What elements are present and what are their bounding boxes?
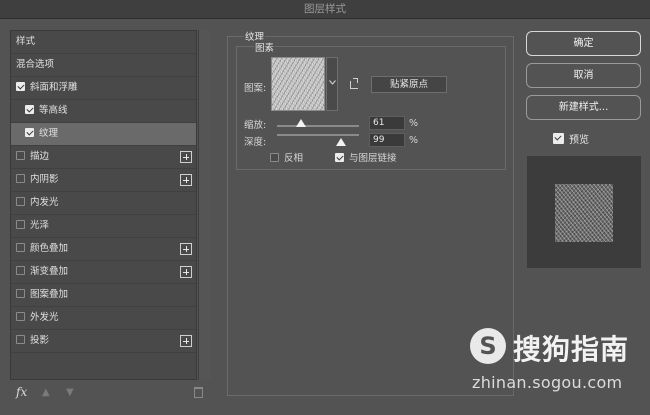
style-item-checkbox[interactable] (16, 220, 25, 229)
style-item-label: 描边 (30, 151, 50, 162)
link-with-layer-label: 与图层链接 (349, 153, 397, 164)
style-item-label: 颜色叠加 (30, 243, 69, 254)
styles-items: 混合选项斜面和浮雕等高线纹理描边内阴影内发光光泽颜色叠加渐变叠加图案叠加外发光投… (11, 54, 196, 353)
style-item[interactable]: 光泽 (11, 215, 196, 238)
ok-button[interactable]: 确定 (526, 31, 641, 56)
style-item-checkbox[interactable] (16, 151, 25, 160)
depth-input[interactable]: 99 (369, 133, 405, 147)
style-item[interactable]: 图案叠加 (11, 284, 196, 307)
fx-button[interactable]: fx (16, 385, 27, 399)
link-with-layer-checkbox[interactable] (335, 153, 344, 162)
watermark-url: zhinan.sogou.com (472, 373, 623, 392)
style-item-checkbox[interactable] (16, 335, 25, 344)
pattern-label: 图案: (244, 83, 267, 94)
new-style-button[interactable]: 新建样式... (526, 95, 641, 120)
style-item-label: 内阴影 (30, 174, 59, 185)
elements-group-title: 图素 (254, 40, 276, 54)
scale-unit: % (409, 118, 419, 129)
style-item-checkbox[interactable] (16, 243, 25, 252)
add-effect-icon[interactable] (180, 335, 192, 347)
add-effect-icon[interactable] (180, 174, 192, 186)
pattern-dropdown[interactable] (326, 57, 338, 111)
style-item-label: 渐变叠加 (30, 266, 69, 277)
depth-slider-thumb[interactable] (336, 138, 346, 146)
style-item-checkbox[interactable] (16, 82, 25, 91)
chevron-down-icon (329, 80, 336, 85)
styles-scrollbar[interactable] (198, 30, 211, 380)
style-item-checkbox[interactable] (16, 174, 25, 183)
style-item-checkbox[interactable] (25, 105, 34, 114)
link-option[interactable]: 与图层链接 (335, 150, 397, 164)
style-item-label: 投影 (30, 335, 50, 346)
style-item-label: 等高线 (39, 105, 68, 116)
scale-slider-thumb[interactable] (296, 119, 306, 127)
style-item-checkbox[interactable] (16, 312, 25, 321)
style-item-label: 外发光 (30, 312, 59, 323)
style-item-checkbox[interactable] (16, 289, 25, 298)
style-item[interactable]: 投影 (11, 330, 196, 353)
new-preset-icon[interactable] (350, 78, 358, 89)
style-item[interactable]: 内发光 (11, 192, 196, 215)
styles-header-label: 样式 (16, 36, 36, 47)
styles-header[interactable]: 样式 (11, 31, 196, 54)
preview-option[interactable]: 预览 (553, 131, 589, 146)
style-item-checkbox[interactable] (16, 266, 25, 275)
depth-label: 深度: (244, 137, 267, 148)
invert-option[interactable]: 反相 (270, 150, 303, 164)
style-item[interactable]: 外发光 (11, 307, 196, 330)
scale-label: 缩放: (244, 120, 267, 131)
invert-checkbox[interactable] (270, 153, 279, 162)
style-item[interactable]: 颜色叠加 (11, 238, 196, 261)
styles-toolbar: fx ▲ ▼ (10, 384, 211, 404)
style-item[interactable]: 混合选项 (11, 54, 196, 77)
style-item[interactable]: 内阴影 (11, 169, 196, 192)
styles-list: 样式 混合选项斜面和浮雕等高线纹理描边内阴影内发光光泽颜色叠加渐变叠加图案叠加外… (10, 30, 197, 380)
add-effect-icon[interactable] (180, 266, 192, 278)
watermark-title: 搜狗指南 (513, 333, 630, 366)
depth-slider-track[interactable] (277, 134, 359, 136)
preview-checkbox[interactable] (553, 133, 564, 144)
style-item-label: 光泽 (30, 220, 50, 231)
preview-label: 预览 (569, 135, 589, 146)
scale-slider-track[interactable] (277, 125, 359, 127)
style-item-label: 混合选项 (16, 59, 55, 70)
style-item[interactable]: 渐变叠加 (11, 261, 196, 284)
window-title: 图层样式 (0, 0, 650, 19)
cancel-button[interactable]: 取消 (526, 63, 641, 88)
depth-unit: % (409, 135, 419, 146)
style-item[interactable]: 斜面和浮雕 (11, 77, 196, 100)
add-effect-icon[interactable] (180, 151, 192, 163)
move-down-icon[interactable]: ▼ (66, 388, 76, 398)
style-item-label: 图案叠加 (30, 289, 69, 300)
style-item[interactable]: 纹理 (11, 123, 196, 146)
trash-icon[interactable] (194, 387, 203, 398)
style-item-label: 斜面和浮雕 (30, 82, 78, 93)
style-item-checkbox[interactable] (25, 128, 34, 137)
sogou-logo: S (470, 328, 506, 364)
preview-texture-image (555, 184, 613, 242)
snap-to-origin-button[interactable]: 贴紧原点 (371, 76, 447, 93)
style-item-label: 纹理 (39, 128, 59, 139)
style-item[interactable]: 等高线 (11, 100, 196, 123)
move-up-icon[interactable]: ▲ (42, 388, 52, 398)
style-item[interactable]: 描边 (11, 146, 196, 169)
invert-label: 反相 (284, 153, 304, 164)
style-item-label: 内发光 (30, 197, 59, 208)
style-item-checkbox[interactable] (16, 197, 25, 206)
add-effect-icon[interactable] (180, 243, 192, 255)
scale-input[interactable]: 61 (369, 116, 405, 130)
pattern-swatch[interactable] (271, 57, 325, 111)
